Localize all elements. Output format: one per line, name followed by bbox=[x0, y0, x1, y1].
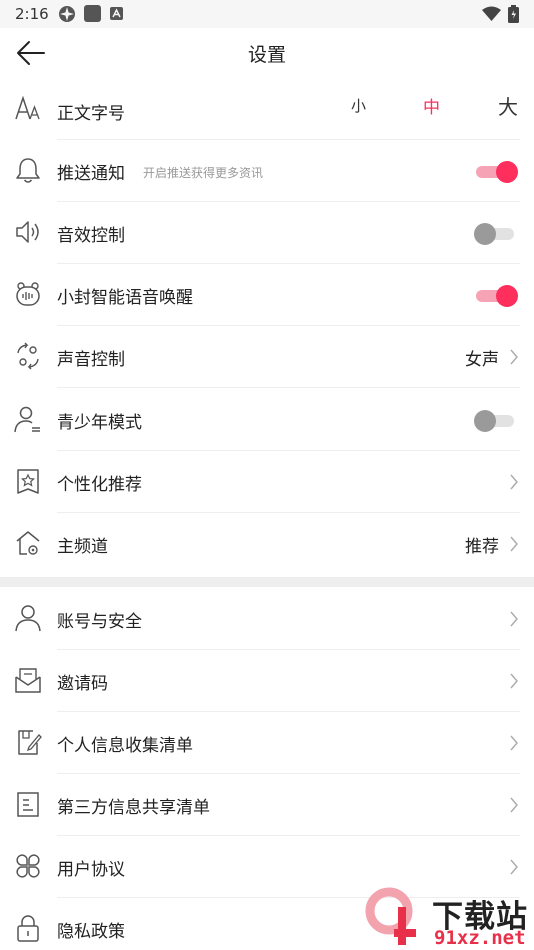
personalized-label: 个性化推荐 bbox=[57, 475, 142, 495]
font-size-icon bbox=[15, 95, 40, 120]
app-notification-icon bbox=[59, 6, 75, 22]
personal-info-list-row[interactable]: 个人信息收集清单 bbox=[0, 712, 534, 774]
teen-mode-row[interactable]: 青少年模式 bbox=[0, 389, 534, 451]
sound-effect-toggle[interactable] bbox=[474, 223, 514, 245]
chevron-right-icon bbox=[510, 859, 518, 875]
push-notification-row[interactable]: 推送通知 开启推送获得更多资讯 bbox=[0, 140, 534, 202]
voice-wake-label: 小封智能语音唤醒 bbox=[57, 288, 193, 308]
lock-icon bbox=[17, 915, 39, 942]
bell-icon bbox=[16, 158, 40, 183]
push-notification-label: 推送通知 bbox=[57, 164, 125, 184]
robot-voice-icon bbox=[16, 282, 40, 306]
push-notification-toggle[interactable] bbox=[476, 161, 518, 183]
font-size-large[interactable]: 大 bbox=[498, 91, 518, 120]
chevron-right-icon bbox=[510, 474, 518, 490]
home-settings-icon bbox=[16, 531, 40, 555]
envelope-icon bbox=[15, 668, 41, 693]
voice-control-row[interactable]: 声音控制 女声 bbox=[0, 326, 534, 388]
font-size-small[interactable]: 小 bbox=[351, 95, 366, 116]
push-notification-hint: 开启推送获得更多资讯 bbox=[143, 166, 264, 180]
account-security-label: 账号与安全 bbox=[57, 612, 142, 632]
speaker-icon bbox=[16, 221, 39, 243]
sound-effect-row[interactable]: 音效控制 bbox=[0, 202, 534, 264]
voice-wake-toggle[interactable] bbox=[476, 285, 518, 307]
account-security-row[interactable]: 账号与安全 bbox=[0, 588, 534, 650]
voice-wake-row[interactable]: 小封智能语音唤醒 bbox=[0, 264, 534, 326]
privacy-policy-label: 隐私政策 bbox=[57, 922, 125, 942]
star-bookmark-icon bbox=[17, 469, 39, 494]
page-title: 设置 bbox=[247, 44, 286, 66]
teen-user-icon bbox=[14, 406, 40, 433]
chevron-right-icon bbox=[510, 673, 518, 689]
teen-mode-label: 青少年模式 bbox=[57, 413, 142, 433]
watermark-domain: 91xz.net bbox=[434, 927, 526, 949]
invite-code-label: 邀请码 bbox=[57, 674, 108, 694]
status-bar: 2:16 bbox=[0, 0, 534, 28]
section-separator bbox=[0, 577, 534, 587]
main-channel-label: 主频道 bbox=[57, 537, 108, 557]
settings-header: 设置 bbox=[0, 28, 534, 78]
font-size-medium[interactable]: 中 bbox=[423, 93, 440, 118]
app-square-icon bbox=[84, 5, 101, 22]
main-channel-row[interactable]: 主频道 推荐 bbox=[0, 513, 534, 575]
chevron-right-icon bbox=[510, 735, 518, 751]
document-list-icon bbox=[17, 792, 39, 817]
chevron-right-icon bbox=[510, 536, 518, 552]
teen-mode-toggle[interactable] bbox=[474, 410, 514, 432]
voice-control-value: 女声 bbox=[465, 350, 499, 370]
font-size-label: 正文字号 bbox=[57, 104, 125, 124]
main-channel-value: 推荐 bbox=[465, 537, 499, 557]
personal-info-list-label: 个人信息收集清单 bbox=[57, 736, 193, 756]
edit-document-icon bbox=[18, 730, 42, 755]
user-agreement-label: 用户协议 bbox=[57, 860, 125, 880]
chevron-right-icon bbox=[510, 349, 518, 365]
clover-icon bbox=[16, 854, 40, 878]
watermark-logo-icon bbox=[365, 887, 416, 945]
keyboard-a-icon bbox=[110, 7, 123, 20]
chevron-right-icon bbox=[510, 797, 518, 813]
third-party-list-row[interactable]: 第三方信息共享清单 bbox=[0, 774, 534, 836]
sound-effect-label: 音效控制 bbox=[57, 226, 125, 246]
invite-code-row[interactable]: 邀请码 bbox=[0, 650, 534, 712]
wifi-icon bbox=[482, 6, 501, 21]
status-time: 2:16 bbox=[15, 5, 49, 23]
battery-icon bbox=[508, 5, 519, 23]
voice-control-label: 声音控制 bbox=[57, 350, 125, 370]
font-size-row: 正文字号 小 中 大 bbox=[0, 78, 534, 140]
watermark: 下载站 91xz.net bbox=[362, 887, 534, 950]
voice-switch-icon bbox=[17, 342, 39, 370]
chevron-right-icon bbox=[510, 611, 518, 627]
personalized-row[interactable]: 个性化推荐 bbox=[0, 451, 534, 513]
third-party-list-label: 第三方信息共享清单 bbox=[57, 798, 210, 818]
user-icon bbox=[15, 605, 41, 632]
